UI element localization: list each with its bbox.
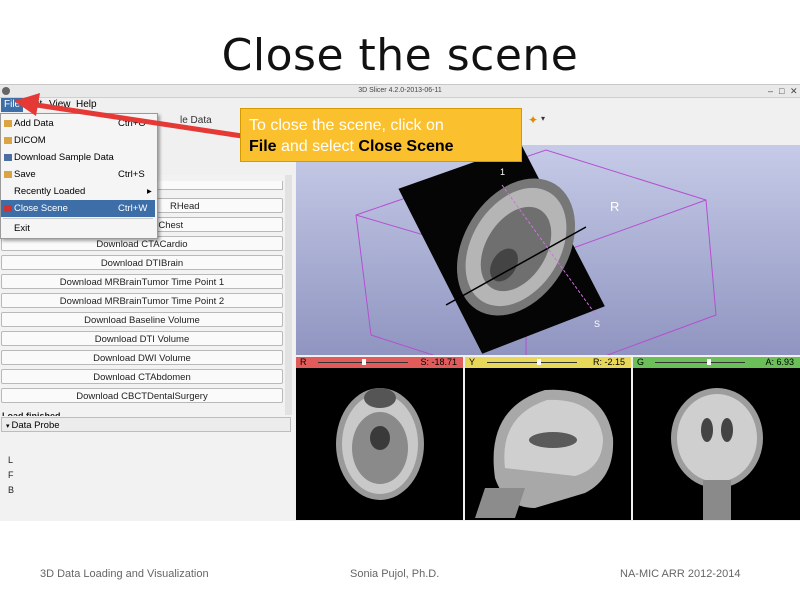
menu-edit[interactable]: Edit	[22, 98, 45, 112]
probe-row-f: F	[8, 470, 14, 480]
yellow-slice-bar[interactable]: Y R: -2.15	[465, 357, 631, 368]
red-slice-letter: R	[300, 357, 307, 367]
probe-row-l: L	[8, 455, 14, 465]
callout-line-2: File and select Close Scene	[249, 136, 513, 157]
file-menu-dropdown: Add Data Ctrl+O DICOM Download Sample Da…	[0, 113, 158, 239]
data-probe-header[interactable]: ▾ Data Probe	[1, 417, 291, 432]
menu-item-download-sample-data[interactable]: Download Sample Data	[1, 149, 155, 166]
red-slice-bar[interactable]: R S: -18.71	[296, 357, 463, 368]
download-dwi-button[interactable]: Download DWI Volume	[1, 350, 283, 365]
menu-help[interactable]: Help	[73, 98, 100, 112]
green-slice-view[interactable]	[633, 368, 800, 520]
render-3d-scene	[355, 145, 717, 355]
callout-mid: and select	[276, 138, 359, 155]
save-icon	[4, 171, 12, 178]
load-status: Load finished	[2, 411, 61, 416]
orientation-label-r: R	[610, 199, 620, 214]
yellow-slice-value: R: -2.15	[592, 357, 625, 367]
menu-item-dicom[interactable]: DICOM	[1, 132, 155, 149]
menu-view[interactable]: View	[46, 98, 74, 112]
slide-title: Close the scene	[221, 30, 579, 81]
chevron-down-icon[interactable]: ▾	[541, 114, 545, 123]
yellow-slice-letter: Y	[469, 357, 476, 367]
menu-item-close-scene[interactable]: Close Scene Ctrl+W	[1, 200, 155, 217]
window-titlebar: 3D Slicer 4.2.0-2013-06-11 – □ ✕	[0, 85, 800, 98]
module-scrollbar[interactable]	[285, 175, 292, 415]
callout-file-bold: File	[249, 138, 277, 155]
download-cbct-button[interactable]: Download CBCTDentalSurgery	[1, 388, 283, 403]
download-ctabdomen-button[interactable]: Download CTAbdomen	[1, 369, 283, 384]
sagittal-brain-image	[475, 389, 614, 518]
window-title: 3D Slicer 4.2.0-2013-06-11	[358, 87, 442, 94]
probe-row-b: B	[8, 485, 15, 495]
yellow-slice-handle[interactable]	[537, 359, 541, 365]
red-slice-value: S: -18.71	[420, 357, 457, 367]
yellow-slice-slider[interactable]	[487, 362, 577, 363]
orientation-label-a: 1	[500, 167, 506, 177]
green-slice-handle[interactable]	[707, 359, 711, 365]
data-probe-label: Data Probe	[11, 420, 60, 431]
footer-right: NA-MIC ARR 2012-2014	[620, 568, 741, 580]
download-dti-button[interactable]: Download DTI Volume	[1, 331, 283, 346]
close-window-button[interactable]: ✕	[790, 86, 798, 96]
menu-item-save[interactable]: Save Ctrl+S	[1, 166, 155, 183]
green-slice-letter: G	[637, 357, 645, 367]
crosshair-icon[interactable]: ✦	[528, 113, 538, 127]
orientation-label-s: S	[594, 319, 601, 329]
submenu-arrow-icon: ▸	[147, 186, 152, 197]
download-mrbraintumor1-button[interactable]: Download MRBrainTumor Time Point 1	[1, 274, 283, 289]
menu-item-exit[interactable]: Exit	[1, 220, 155, 237]
toolbar-add-data-label[interactable]: le Data	[180, 115, 212, 126]
instruction-callout: To close the scene, click on File and se…	[240, 108, 522, 162]
download-mrbraintumor2-button[interactable]: Download MRBrainTumor Time Point 2	[1, 293, 283, 308]
callout-close-scene-bold: Close Scene	[358, 138, 454, 155]
footer-left: 3D Data Loading and Visualization	[40, 568, 209, 580]
menu-item-add-data[interactable]: Add Data Ctrl+O	[1, 115, 155, 132]
download-icon	[4, 154, 12, 161]
yellow-slice-view[interactable]	[465, 368, 631, 520]
red-slice-view[interactable]	[296, 368, 463, 520]
menu-item-recently-loaded[interactable]: Recently Loaded ▸	[1, 183, 155, 200]
green-slice-bar[interactable]: G A: 6.93	[633, 357, 800, 368]
maximize-button[interactable]: □	[779, 86, 784, 96]
download-dtibrain-button[interactable]: Download DTIBrain	[1, 255, 283, 270]
coronal-brain-image	[671, 388, 763, 520]
red-slice-handle[interactable]	[362, 359, 366, 365]
download-baseline-button[interactable]: Download Baseline Volume	[1, 312, 283, 327]
axial-brain-image	[336, 388, 424, 500]
folder-icon	[4, 120, 12, 127]
green-slice-value: A: 6.93	[765, 357, 794, 367]
footer-center: Sonia Pujol, Ph.D.	[350, 568, 440, 580]
folder-icon	[4, 137, 12, 144]
green-slice-slider[interactable]	[655, 362, 745, 363]
view-3d[interactable]: R 1 S	[296, 145, 800, 355]
menu-separator	[3, 218, 153, 219]
callout-line-1: To close the scene, click on	[249, 117, 444, 134]
close-scene-icon	[4, 205, 12, 212]
menu-file[interactable]: File	[1, 98, 24, 112]
minimize-button[interactable]: –	[768, 86, 773, 96]
